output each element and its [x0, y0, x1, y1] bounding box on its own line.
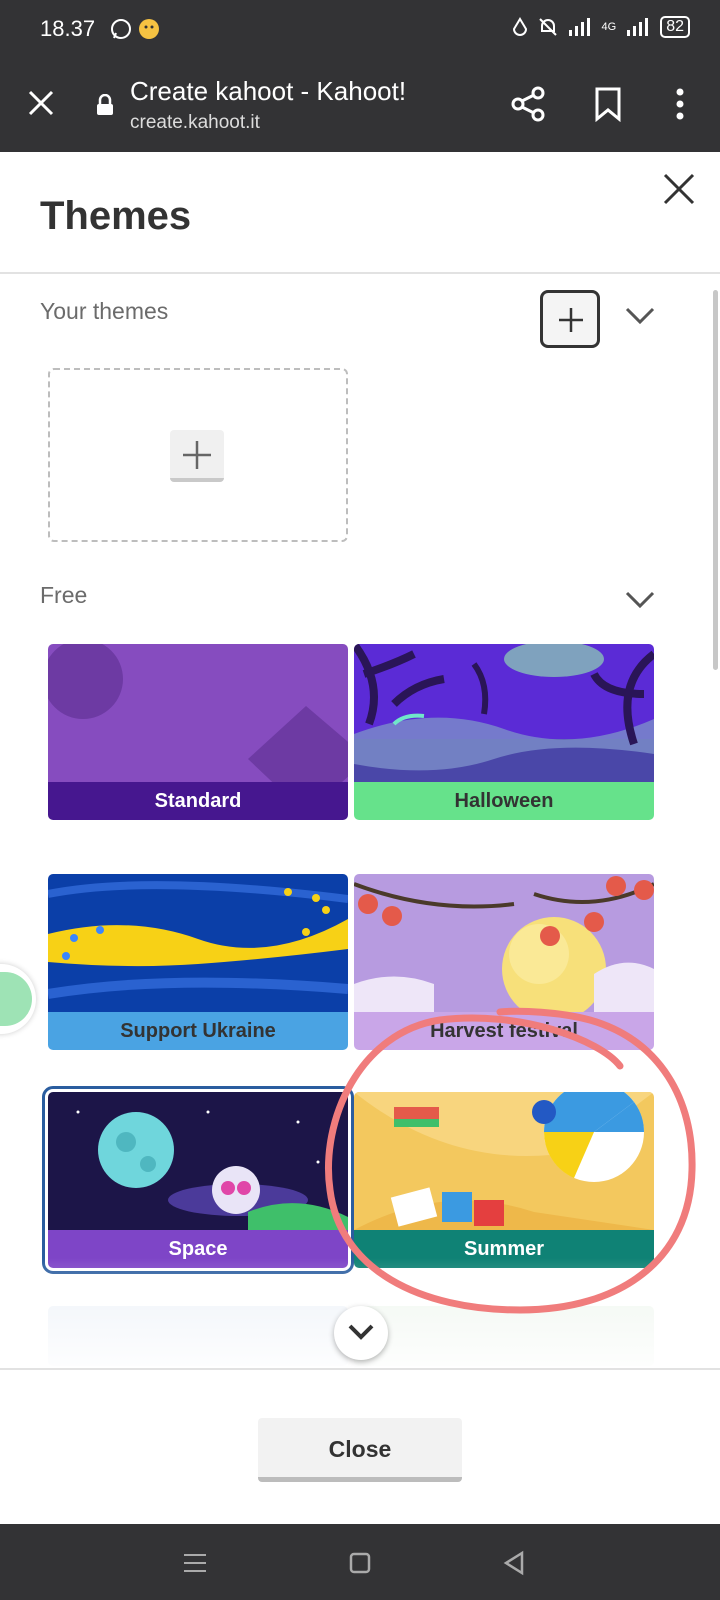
theme-card-standard[interactable]: Standard: [48, 644, 348, 820]
system-nav-bar: [0, 1524, 720, 1600]
theme-art-halloween: [354, 644, 654, 782]
network-type: 4G: [601, 21, 617, 33]
theme-label: Halloween: [354, 782, 654, 820]
page-url[interactable]: create.kahoot.it: [130, 112, 260, 134]
theme-card-support-ukraine[interactable]: Support Ukraine: [48, 874, 348, 1050]
status-bar: 18.37 4G 82: [0, 0, 720, 58]
add-theme-button[interactable]: [540, 290, 600, 348]
status-time: 18.37: [40, 16, 96, 41]
bookmark-icon[interactable]: [594, 86, 622, 122]
emoji-notification-icon: [139, 19, 159, 39]
theme-art-harvest-festival: [354, 874, 654, 1012]
theme-card-harvest-festival[interactable]: Harvest festival: [354, 874, 654, 1050]
dialog-header: Themes: [0, 152, 720, 274]
new-theme-plus-button[interactable]: [170, 430, 224, 482]
free-themes-heading: Free: [40, 582, 88, 608]
chat-icon: [0, 972, 32, 1026]
data-saver-icon: [512, 17, 527, 36]
theme-art-space: [48, 1092, 348, 1230]
battery-indicator: 82: [660, 16, 690, 38]
page-title[interactable]: Create kahoot - Kahoot!: [130, 76, 406, 107]
new-theme-placeholder[interactable]: [48, 368, 348, 542]
more-options-icon[interactable]: [670, 86, 690, 122]
floating-chat-button[interactable]: [0, 964, 36, 1034]
dialog-footer: Close: [0, 1368, 720, 1524]
scrollbar[interactable]: [713, 290, 718, 670]
scroll-down-button[interactable]: [334, 1306, 388, 1360]
share-icon[interactable]: [510, 86, 546, 122]
close-tab-icon[interactable]: [26, 88, 56, 118]
signal-icon: [568, 18, 590, 36]
chevron-down-icon[interactable]: [624, 306, 656, 326]
plus-icon: [183, 441, 211, 469]
theme-card-space[interactable]: Space: [42, 1086, 354, 1274]
recent-apps-icon[interactable]: [180, 1548, 210, 1578]
mute-icon: [538, 18, 557, 36]
close-dialog-icon[interactable]: [662, 172, 696, 206]
notification-icons: [110, 18, 160, 40]
chevron-down-icon: [348, 1324, 374, 1340]
theme-card-halloween[interactable]: Halloween: [354, 644, 654, 820]
whatsapp-icon: [111, 19, 131, 39]
close-button[interactable]: Close: [258, 1418, 462, 1482]
theme-art-support-ukraine: [48, 874, 348, 1012]
browser-toolbar: Create kahoot - Kahoot! create.kahoot.it: [0, 58, 720, 152]
theme-label: Harvest festival: [354, 1012, 654, 1050]
theme-art-summer: [354, 1092, 654, 1230]
home-icon[interactable]: [345, 1548, 375, 1578]
theme-art-standard: [48, 644, 348, 782]
theme-card-summer[interactable]: Summer: [354, 1092, 654, 1268]
your-themes-heading: Your themes: [40, 298, 169, 324]
status-right: 4G 82: [512, 16, 690, 38]
signal-icon-2: [627, 18, 649, 36]
dialog-title: Themes: [40, 194, 192, 238]
theme-label: Support Ukraine: [48, 1012, 348, 1050]
back-icon[interactable]: [500, 1548, 530, 1578]
chevron-down-icon[interactable]: [624, 590, 656, 610]
theme-label: Standard: [48, 782, 348, 820]
plus-icon: [559, 308, 583, 332]
lock-icon: [97, 94, 113, 115]
